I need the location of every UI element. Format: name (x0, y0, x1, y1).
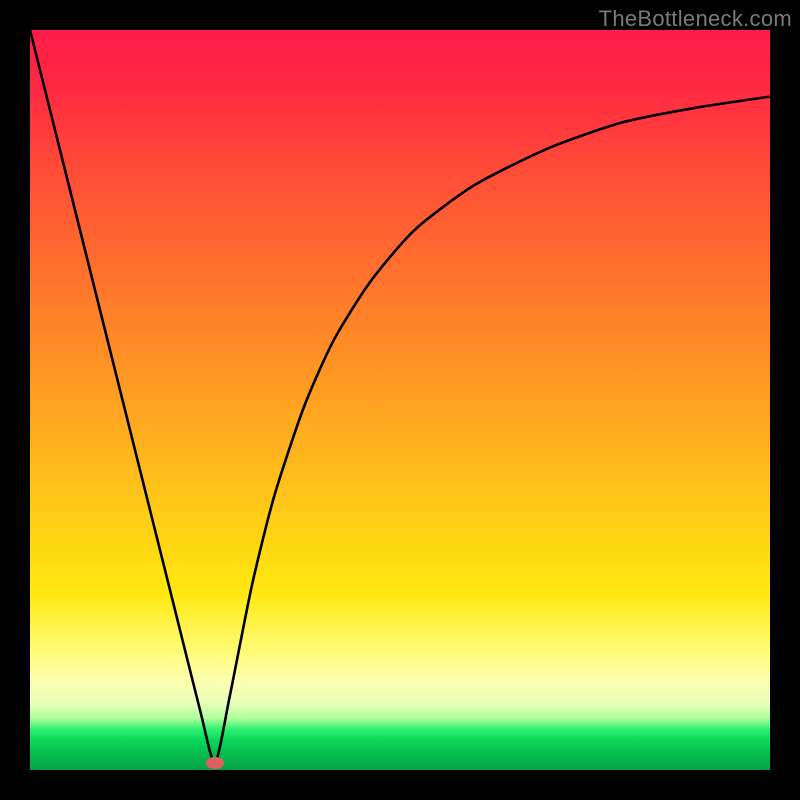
minimum-marker (206, 757, 224, 769)
bottleneck-curve (30, 30, 770, 770)
watermark-text: TheBottleneck.com (599, 6, 792, 32)
plot-area (30, 30, 770, 770)
chart-frame: TheBottleneck.com (0, 0, 800, 800)
